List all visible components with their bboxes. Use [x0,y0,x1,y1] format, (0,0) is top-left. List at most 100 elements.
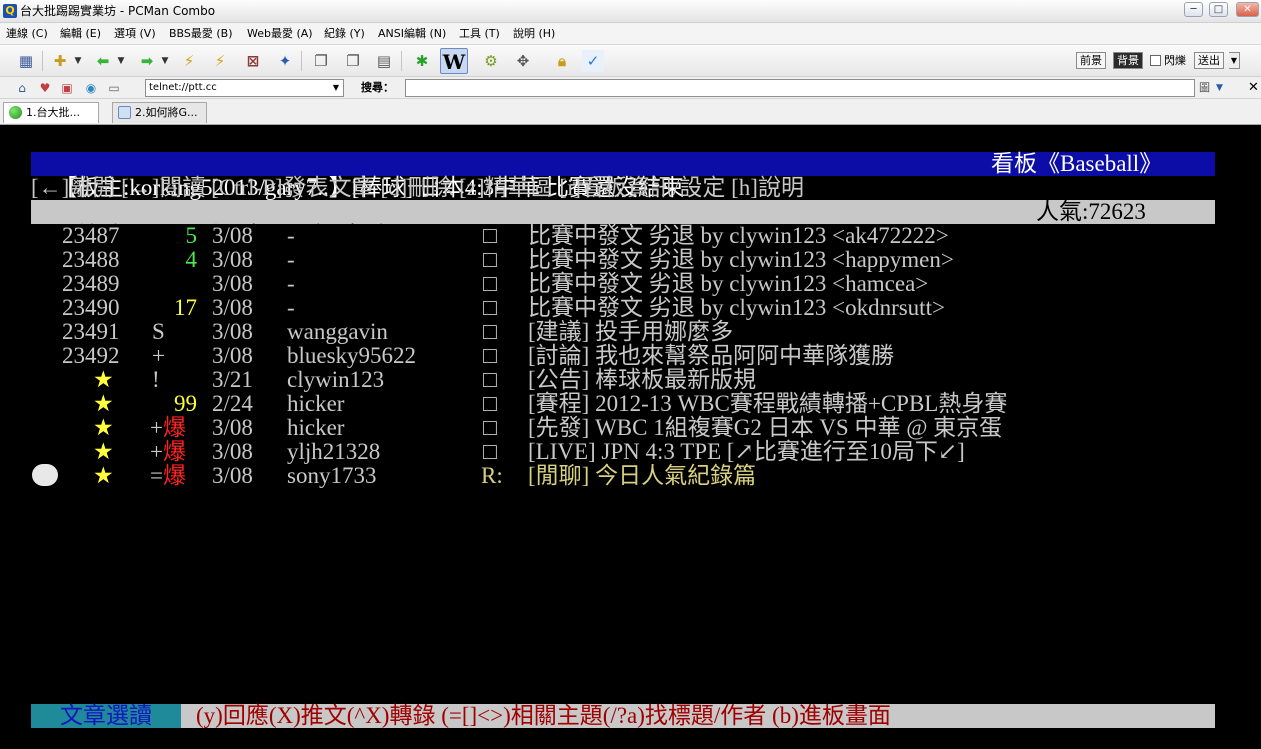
close-icon[interactable]: ✕ [1248,80,1259,95]
new-connection-icon[interactable]: ✚ [49,50,71,72]
globe-icon[interactable]: ◉ [83,80,99,96]
list-item[interactable]: 23488 4 3/08 - □ 比賽中發文 劣退 by clywin123 <happy… [0,248,1261,272]
menu-bbs-favorites[interactable]: BBS最愛 (B) [169,26,233,41]
emoticon-icon[interactable]: ✱ [411,50,433,72]
mark-prefix: + [150,415,163,440]
list-item[interactable]: 23489 3/08 - □ 比賽中發文 劣退 by clywin123 <hamcea… [0,272,1261,296]
article-number: 23491 [62,319,120,344]
list-item[interactable]: ★ =爆 3/08 sony1733 R: [閒聊] 今日人氣紀錄篇 [0,464,1261,488]
menu-log[interactable]: 紀錄 (Y) [324,26,365,41]
close-tab-icon[interactable]: ⊠ [242,50,264,72]
article-date: 3/08 [212,463,253,488]
column-header: 編號 日 期 作 者 文 章 標 題 人氣:72623 [31,200,1215,248]
star-icon: ★ [93,367,114,392]
list-item[interactable]: ★ +爆 3/08 hicker □ [先發] WBC 1組複賽G2 日本 VS 中華 @… [0,416,1261,440]
add-favorite-icon[interactable]: ✦ [274,50,296,72]
list-item[interactable]: ★ 99 2/24 hicker □ [賽程] 2012-13 WBC賽程戰績轉播+CPB… [0,392,1261,416]
send-button[interactable]: 送出 [1194,52,1224,69]
article-mark: ! [152,367,160,392]
search-label: 搜尋： [361,81,394,94]
maximize-button[interactable]: □ [1209,2,1228,17]
search-input[interactable] [405,79,1195,97]
wikipedia-icon[interactable]: W [440,48,468,74]
article-title: [討論] 我也來幫祭品阿阿中華隊獲勝 [528,343,895,368]
chevron-down-icon[interactable]: ▼ [74,56,82,66]
reconnect-icon[interactable]: ⚡ [178,50,200,72]
menu-help[interactable]: 說明 (H) [513,26,555,41]
article-mark: + [152,343,165,368]
toolbar-separator [401,51,402,71]
address-bar: ⌂ ♥ ▣ ◉ ▭ telnet://ptt.cc ▼ 搜尋： 圖 ▼ ✕ [0,77,1261,99]
chevron-down-icon[interactable]: ▼ [1229,52,1240,69]
disconnect-icon[interactable]: ⚡ [209,50,231,72]
lock-icon[interactable]: 🔒︎ [551,50,573,72]
article-flag: □ [483,391,497,416]
menu-web-favorites[interactable]: Web最愛 (A) [247,26,313,41]
article-title: [閒聊] 今日人氣紀錄篇 [528,463,757,488]
list-item[interactable]: ★ +爆 3/08 yljh21328 □ [LIVE] JPN 4:3 TPE [↗比賽… [0,440,1261,464]
article-title: [公告] 棒球板最新版規 [528,367,757,392]
menu-edit[interactable]: 編輯 (E) [60,26,101,41]
settings-gear-icon[interactable]: ⚙ [480,50,502,72]
list-item[interactable]: 23487 5 3/08 - □ 比賽中發文 劣退 by clywin123 <ak472… [0,224,1261,248]
menu-options[interactable]: 選項 (V) [114,26,156,41]
list-item[interactable]: 23491 S 3/08 wanggavin □ [建議] 投手用娜麼多 [0,320,1261,344]
foreground-button[interactable]: 前景 [1076,52,1106,69]
article-mark: 5 [185,223,198,248]
tab-bar: 1.台大批... 2.如何將G... [0,99,1261,125]
menu-bar: 連線 (C) 編輯 (E) 選項 (V) BBS最愛 (B) Web最愛 (A)… [0,23,1261,44]
close-button[interactable]: ✕ [1236,2,1259,17]
article-title: [賽程] 2012-13 WBC賽程戰績轉播+CPBL熱身賽 [528,391,1008,416]
article-author: - [287,271,295,296]
about-icon[interactable]: ✓ [582,50,604,72]
menu-tools[interactable]: 工具 (T) [459,26,500,41]
article-mark: +爆 [150,440,186,464]
chevron-down-icon[interactable]: ▼ [330,80,342,95]
search-engine-selector[interactable]: 圖 [1199,81,1210,95]
article-flag: □ [483,295,497,320]
address-input[interactable]: telnet://ptt.cc [145,79,344,97]
tab-how-to[interactable]: 2.如何將G... [112,102,207,123]
next-tab-icon[interactable]: ➡ [136,50,158,72]
status-help: (y)回應(X)推文(^X)轉錄 (=[]<>)相關主題(/?a)找標題/作者 … [196,703,891,728]
bbs-terminal[interactable]: 【板主:korking52013/gary7..】[棒球] 日本4:3中華 比賽… [0,126,1261,749]
article-date: 3/08 [212,295,253,320]
star-icon: ★ [93,439,114,464]
flash-checkbox[interactable] [1150,55,1161,66]
web-page-icon [118,106,131,119]
article-date: 3/08 [212,415,253,440]
article-number: 23488 [62,247,120,272]
fullscreen-icon[interactable]: ✥ [512,50,534,72]
article-flag: □ [483,439,497,464]
flash-label: 閃爍 [1164,54,1186,67]
article-author: sony1733 [287,463,377,488]
select-all-icon[interactable]: ▤ [373,50,395,72]
article-date: 3/08 [212,223,253,248]
minimize-button[interactable]: ─ [1184,2,1203,17]
ansi-color-icon[interactable]: ♥ [37,80,53,96]
copy-icon[interactable]: ❐ [310,50,332,72]
chevron-down-icon[interactable]: ▼ [117,56,125,66]
site-list-icon[interactable]: ▦ [15,50,37,72]
article-flag: □ [483,223,497,248]
list-item[interactable]: ★! 3/21 clywin123 □ [公告] 棒球板最新版規 [0,368,1261,392]
chevron-down-icon[interactable]: ▼ [161,56,169,66]
menu-connect[interactable]: 連線 (C) [6,26,48,41]
screen-icon[interactable]: ▭ [106,80,122,96]
menu-ansi-edit[interactable]: ANSI編輯 (N) [378,26,446,41]
home-icon[interactable]: ⌂ [14,80,30,96]
article-author: bluesky95622 [287,343,417,368]
article-mark: =爆 [150,464,186,488]
article-flag: □ [483,415,497,440]
list-item[interactable]: 23492 +3/08 bluesky95622 □ [討論] 我也來幫祭品阿阿中華隊獲… [0,344,1261,368]
background-button[interactable]: 背景 [1113,52,1143,69]
list-item[interactable]: 23490 17 3/08 - □ 比賽中發文 劣退 by clywin123 <okdn… [0,296,1261,320]
status-mode: 文章選讀 [31,704,181,728]
paste-icon[interactable]: ❐ [342,50,364,72]
tab-ptt[interactable]: 1.台大批... [3,102,99,123]
chevron-down-icon[interactable]: ▼ [1216,81,1223,95]
previous-tab-icon[interactable]: ⬅ [92,50,114,72]
article-author: clywin123 [287,367,385,392]
download-icon[interactable]: ▣ [59,80,75,96]
article-date: 3/08 [212,439,253,464]
